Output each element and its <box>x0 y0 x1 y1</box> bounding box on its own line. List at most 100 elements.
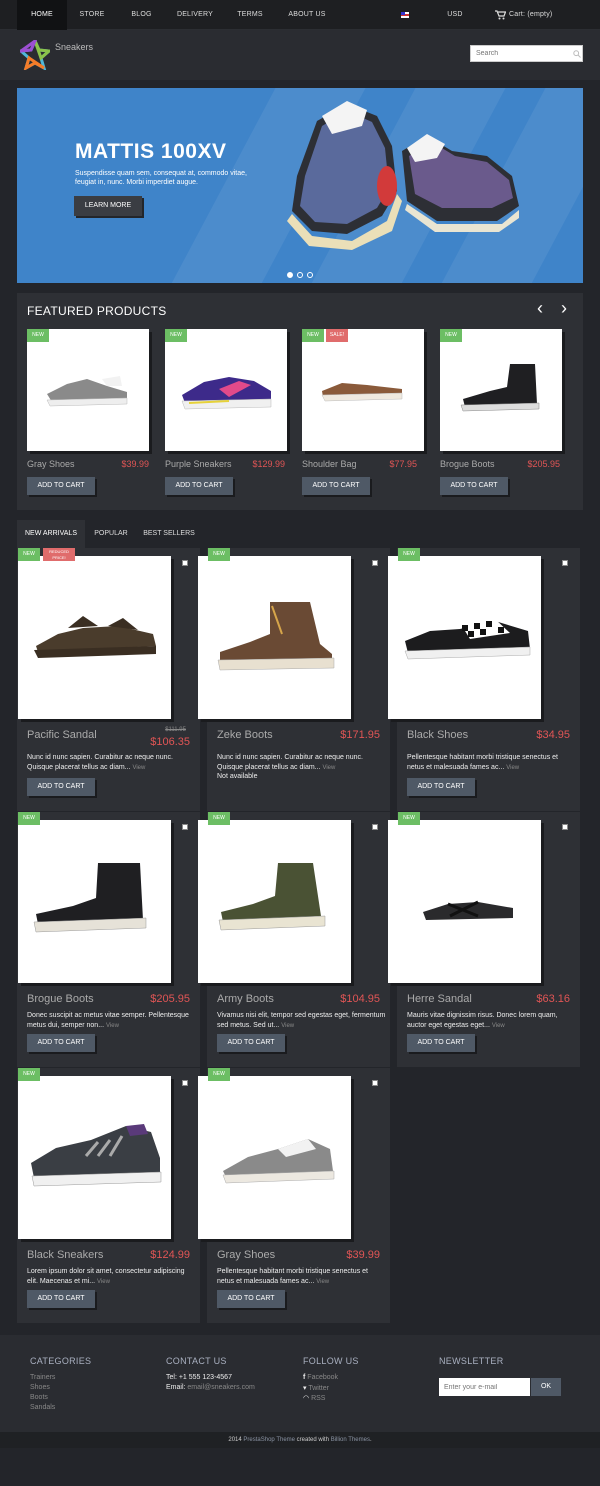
add-to-cart-button[interactable]: ADD TO CART <box>165 477 233 495</box>
product-image[interactable] <box>198 1076 351 1239</box>
footer-email-link[interactable]: email@sneakers.com <box>187 1384 254 1391</box>
featured-product-name[interactable]: Purple Sneakers <box>165 459 232 469</box>
compare-checkbox[interactable] <box>182 824 188 830</box>
tab-new-arrivals[interactable]: NEW ARRIVALS <box>17 520 85 548</box>
newsletter-email-input[interactable] <box>439 1378 530 1396</box>
view-link[interactable]: View <box>132 765 145 771</box>
product-image[interactable] <box>198 820 351 983</box>
product-image[interactable] <box>18 1076 171 1239</box>
us-flag-icon[interactable] <box>401 12 409 18</box>
featured-product-image[interactable]: NEW <box>27 329 149 451</box>
product-image[interactable] <box>198 556 351 719</box>
add-to-cart-button[interactable]: ADD TO CART <box>27 1034 95 1052</box>
footer-email-label: Email: <box>166 1384 186 1391</box>
compare-checkbox[interactable] <box>372 560 378 566</box>
view-link[interactable]: View <box>281 1023 294 1029</box>
product-image[interactable] <box>18 820 171 983</box>
featured-next-arrow-icon[interactable]: › <box>561 298 567 319</box>
nav-home[interactable]: HOME <box>17 0 67 30</box>
facebook-link[interactable]: f Facebook <box>303 1374 338 1381</box>
product-name[interactable]: Herre Sandal <box>407 993 472 1005</box>
add-to-cart-button[interactable]: ADD TO CART <box>27 778 95 796</box>
featured-product-image[interactable]: NEW <box>165 329 287 451</box>
featured-product-image[interactable]: NEW SALE! <box>302 329 424 451</box>
copyright-author-link[interactable]: Billion Themes <box>331 1437 370 1443</box>
compare-checkbox[interactable] <box>182 560 188 566</box>
product-name[interactable]: Pacific Sandal <box>27 729 97 741</box>
add-to-cart-button[interactable]: ADD TO CART <box>27 477 95 495</box>
cart-summary[interactable]: Cart: (empty) <box>509 0 555 30</box>
product-name[interactable]: Army Boots <box>217 993 274 1005</box>
add-to-cart-button[interactable]: ADD TO CART <box>27 1290 95 1308</box>
product-description-text: Mauris vitae dignissim risus. Donec lore… <box>407 1012 558 1029</box>
tab-best-sellers[interactable]: BEST SELLERS <box>141 520 197 548</box>
add-to-cart-button[interactable]: ADD TO CART <box>407 778 475 796</box>
footer-category-link[interactable]: Trainers <box>30 1374 55 1381</box>
view-link[interactable]: View <box>492 1023 505 1029</box>
view-link[interactable]: View <box>322 765 335 771</box>
compare-checkbox[interactable] <box>182 1080 188 1086</box>
product-name[interactable]: Zeke Boots <box>217 729 273 741</box>
product-image[interactable] <box>18 556 171 719</box>
slider-dot-1[interactable] <box>287 272 293 278</box>
product-image[interactable] <box>388 820 541 983</box>
product-name[interactable]: Black Shoes <box>407 729 468 741</box>
add-to-cart-button[interactable]: ADD TO CART <box>407 1034 475 1052</box>
footer-category-link[interactable]: Shoes <box>30 1384 50 1391</box>
footer-category-link[interactable]: Boots <box>30 1394 48 1401</box>
copyright-theme-link[interactable]: PrestaShop Theme <box>243 1437 295 1443</box>
search-icon[interactable] <box>573 50 581 58</box>
rss-link[interactable]: ◠ RSS <box>303 1394 325 1402</box>
logo-star-icon[interactable] <box>20 40 50 70</box>
featured-product-name[interactable]: Shoulder Bag <box>302 459 357 469</box>
sale-badge: SALE! <box>326 329 348 342</box>
logo-text[interactable]: Sneakers <box>55 42 93 52</box>
product-name[interactable]: Gray Shoes <box>217 1249 275 1261</box>
hero-sneakers-image <box>287 101 519 250</box>
featured-product-name[interactable]: Gray Shoes <box>27 459 75 469</box>
learn-more-button[interactable]: LEARN MORE <box>74 196 142 216</box>
nav-store[interactable]: STORE <box>72 0 112 30</box>
nav-delivery[interactable]: DELIVERY <box>172 0 218 30</box>
cart-icon[interactable] <box>495 10 506 20</box>
copyright-bar: 2014 PrestaShop Theme created with Billi… <box>0 1432 600 1448</box>
featured-product-image[interactable]: NEW <box>440 329 562 451</box>
add-to-cart-button[interactable]: ADD TO CART <box>217 1034 285 1052</box>
product-card: NEW Brogue Boots $205.95 Donec suscipit … <box>17 812 200 1067</box>
hero-title: MATTIS 100XV <box>75 140 227 163</box>
tab-popular[interactable]: POPULAR <box>89 520 133 548</box>
compare-checkbox[interactable] <box>372 824 378 830</box>
view-link[interactable]: View <box>316 1279 329 1285</box>
nav-about-us[interactable]: ABOUT US <box>282 0 332 30</box>
compare-checkbox[interactable] <box>372 1080 378 1086</box>
slider-dot-2[interactable] <box>297 272 303 278</box>
product-description-text: Pellentesque habitant morbi tristique se… <box>217 1268 368 1285</box>
add-to-cart-button[interactable]: ADD TO CART <box>440 477 508 495</box>
black-sneakers-image <box>31 1124 162 1187</box>
currency-selector[interactable]: USD <box>440 0 470 30</box>
view-link[interactable]: View <box>506 765 519 771</box>
twitter-icon: ▾ <box>303 1385 307 1392</box>
search-input[interactable] <box>471 46 566 61</box>
view-link[interactable]: View <box>97 1279 110 1285</box>
product-name[interactable]: Brogue Boots <box>27 993 94 1005</box>
newsletter-ok-button[interactable]: OK <box>531 1378 561 1396</box>
footer-phone: Tel: +1 555 123-4567 <box>166 1374 232 1381</box>
twitter-label: Twitter <box>308 1385 329 1392</box>
compare-checkbox[interactable] <box>562 560 568 566</box>
nav-terms[interactable]: TERMS <box>230 0 270 30</box>
nav-blog[interactable]: BLOG <box>124 0 159 30</box>
slider-dot-3[interactable] <box>307 272 313 278</box>
add-to-cart-button[interactable]: ADD TO CART <box>217 1290 285 1308</box>
top-navigation: HOME STORE BLOG DELIVERY TERMS ABOUT US … <box>0 0 600 30</box>
product-name[interactable]: Black Sneakers <box>27 1249 103 1261</box>
footer-category-link[interactable]: Sandals <box>30 1404 55 1411</box>
product-description: Vivamus nisi elit, tempor sed egestas eg… <box>217 1011 387 1031</box>
product-image[interactable] <box>388 556 541 719</box>
add-to-cart-button[interactable]: ADD TO CART <box>302 477 370 495</box>
compare-checkbox[interactable] <box>562 824 568 830</box>
twitter-link[interactable]: ▾ Twitter <box>303 1384 329 1392</box>
featured-prev-arrow-icon[interactable]: ‹ <box>537 298 543 319</box>
view-link[interactable]: View <box>106 1023 119 1029</box>
featured-product-name[interactable]: Brogue Boots <box>440 459 495 469</box>
